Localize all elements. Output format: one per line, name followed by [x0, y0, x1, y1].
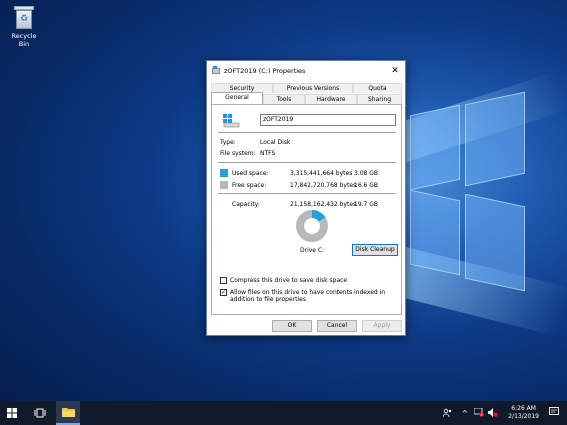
free-space-swatch [220, 181, 228, 189]
taskbar: ^ x 6:26 AM 2/13/2019 [0, 401, 567, 425]
type-value: Local Disk [260, 139, 291, 146]
free-space-gb: 16.6 GB [354, 182, 379, 189]
general-tab-panel: zOFT2019 Type: Local Disk File system: N… [211, 104, 402, 315]
dialog-title: zOFT2019 (C:) Properties [224, 67, 306, 75]
type-label: Type: [220, 139, 236, 146]
apply-button[interactable]: Apply [362, 320, 402, 332]
tab-sharing[interactable]: Sharing [357, 94, 402, 104]
capacity-gb: 19.7 GB [354, 201, 379, 208]
recycle-bin-icon [13, 6, 35, 30]
recycle-bin-desktop-icon[interactable]: Recycle Bin [6, 6, 42, 48]
start-icon[interactable] [0, 401, 24, 425]
free-space-bytes: 17,842,720,768 bytes [290, 182, 357, 189]
disk-usage-donut [296, 210, 328, 242]
task-view-icon[interactable] [28, 401, 52, 425]
capacity-label: Capacity: [232, 201, 260, 208]
recycle-bin-label: Recycle Bin [11, 32, 37, 48]
clock[interactable]: 6:26 AM 2/13/2019 [508, 405, 539, 421]
drive-icon [212, 66, 220, 74]
close-icon[interactable]: ✕ [385, 66, 405, 76]
index-label: Allow files on this drive to have conten… [230, 289, 386, 303]
used-space-swatch [220, 169, 228, 177]
properties-dialog: zOFT2019 (C:) Properties ✕ Security Prev… [206, 60, 406, 336]
used-space-bytes: 3,315,441,664 bytes [290, 170, 353, 177]
used-space-label: Used space: [232, 170, 269, 177]
volume-icon[interactable] [488, 407, 499, 419]
free-space-label: Free space: [232, 182, 267, 189]
chevron-up-icon[interactable]: ^ [462, 409, 469, 418]
windows-drive-icon [223, 114, 240, 128]
clock-time: 6:26 AM [511, 405, 536, 412]
file-explorer-icon[interactable] [56, 401, 80, 425]
people-icon[interactable] [442, 408, 452, 419]
file-system-label: File system: [220, 150, 256, 157]
drive-label: Drive C: [300, 247, 325, 254]
disk-cleanup-button[interactable]: Disk Cleanup [352, 244, 398, 256]
drive-name-input[interactable]: zOFT2019 [260, 114, 396, 126]
capacity-bytes: 21,158,162,432 bytes [290, 201, 357, 208]
index-checkbox[interactable]: ✓ [220, 289, 227, 296]
used-space-gb: 3.08 GB [354, 170, 379, 177]
clock-date: 2/13/2019 [508, 413, 539, 420]
tab-quota[interactable]: Quota [353, 83, 402, 93]
network-icon[interactable]: x [473, 407, 485, 419]
system-tray: ^ x 6:26 AM 2/13/2019 [442, 401, 567, 425]
tab-hardware[interactable]: Hardware [305, 94, 357, 104]
tab-general[interactable]: General [211, 92, 263, 104]
tab-previous-versions[interactable]: Previous Versions [273, 83, 353, 93]
compress-label: Compress this drive to save disk space [230, 277, 348, 284]
dialog-titlebar[interactable]: zOFT2019 (C:) Properties ✕ [207, 61, 405, 81]
compress-checkbox[interactable] [220, 277, 227, 284]
file-system-value: NTFS [260, 150, 276, 157]
cancel-button[interactable]: Cancel [317, 320, 357, 332]
notifications-icon[interactable] [549, 407, 559, 419]
tab-tools[interactable]: Tools [263, 94, 305, 104]
ok-button[interactable]: OK [272, 320, 312, 332]
